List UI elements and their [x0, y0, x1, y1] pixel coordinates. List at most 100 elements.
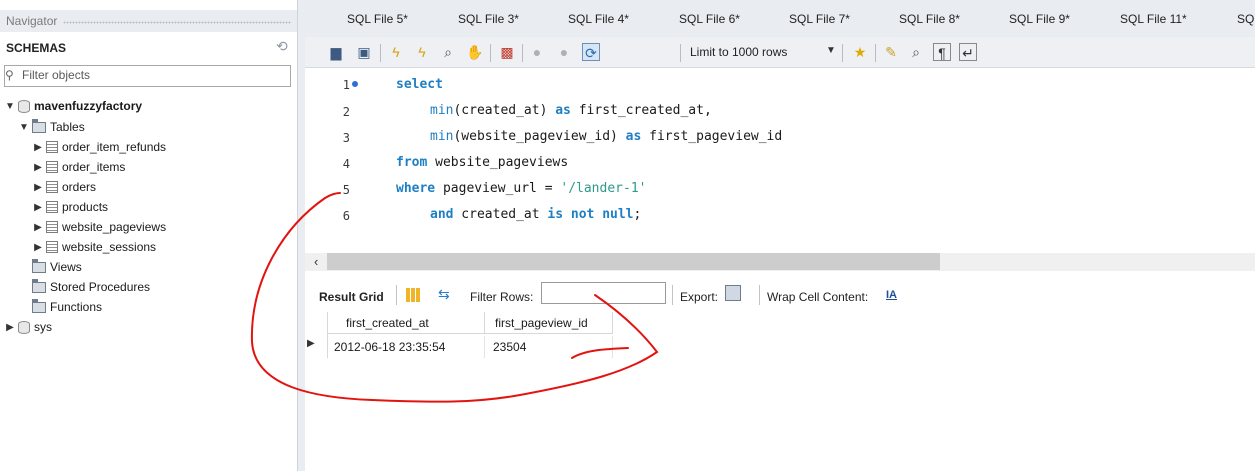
tab-sql-file-5[interactable]: SQL File 5*	[347, 12, 408, 26]
filter-rows-label: Filter Rows:	[470, 290, 534, 304]
folder-icon	[32, 298, 46, 313]
code-line-6[interactable]: and created_at is not null;	[430, 207, 641, 222]
column-header[interactable]: first_created_at	[328, 312, 485, 334]
tab-sql-file-9[interactable]: SQL File 9*	[1009, 12, 1070, 26]
collapsed-arrow-icon[interactable]: ▶	[32, 142, 44, 153]
save-icon[interactable]: ▣	[355, 43, 373, 61]
table-item[interactable]: ▶ products	[32, 197, 108, 217]
toggle-error-icon[interactable]: ▩	[498, 43, 516, 61]
word-wrap-icon[interactable]: ↵	[959, 43, 977, 61]
tree-stored-procedures[interactable]: Stored Procedures	[30, 277, 150, 297]
result-grid-tab[interactable]: Result Grid	[319, 290, 384, 304]
tab-sql-file-4[interactable]: SQL File 4*	[568, 12, 629, 26]
collapsed-arrow-icon[interactable]: ▶	[32, 222, 44, 233]
tab-sql-file-6[interactable]: SQL File 6*	[679, 12, 740, 26]
table-item[interactable]: ▶ order_item_refunds	[32, 137, 166, 157]
execute-current-icon[interactable]: ϟ	[413, 43, 431, 61]
sql-keyword: as	[555, 103, 571, 118]
filter-objects-input[interactable]	[22, 67, 282, 83]
table-cell[interactable]: 2012-06-18 23:35:54	[328, 336, 485, 358]
scrollbar-thumb[interactable]	[327, 253, 940, 270]
tab-sql-file-7[interactable]: SQL File 7*	[789, 12, 850, 26]
execute-icon[interactable]: ϟ	[387, 43, 405, 61]
panel-splitter[interactable]	[297, 0, 305, 471]
commit-icon[interactable]: ●	[528, 43, 546, 61]
toolbar-separator	[490, 44, 491, 62]
refresh-icon[interactable]: ⟲	[276, 38, 288, 55]
export-label: Export:	[680, 290, 719, 304]
navigator-title: Navigator	[6, 14, 58, 28]
line-number: 4	[342, 157, 350, 171]
tree-functions[interactable]: Functions	[30, 297, 102, 317]
beautify-icon[interactable]: ✎	[882, 43, 900, 61]
code-line-3[interactable]: min(website_pageview_id) as first_pagevi…	[430, 129, 782, 144]
table-icon	[46, 181, 58, 193]
line-number: 1	[342, 78, 350, 92]
database-icon	[18, 320, 30, 334]
toolbar-separator	[875, 44, 876, 62]
table-cell[interactable]: 23504	[485, 336, 613, 358]
scroll-left-icon[interactable]: ‹	[314, 254, 318, 269]
collapsed-arrow-icon[interactable]: ▶	[4, 322, 16, 333]
tab-sql-file-11[interactable]: SQL File 11*	[1120, 12, 1187, 26]
schemas-label: SCHEMAS	[6, 41, 67, 55]
collapsed-arrow-icon[interactable]: ▶	[32, 202, 44, 213]
column-header[interactable]: first_pageview_id	[485, 312, 613, 334]
add-snippet-icon[interactable]: ★	[851, 43, 869, 61]
autocommit-icon[interactable]: ⟳	[582, 43, 600, 61]
table-item[interactable]: ▶ order_items	[32, 157, 125, 177]
code-line-1[interactable]: select	[396, 77, 443, 92]
expanded-arrow-icon[interactable]: ▼	[4, 101, 16, 112]
navigator-drag-handle[interactable]	[63, 21, 291, 24]
schema-sys[interactable]: ▶ sys	[4, 317, 52, 337]
limit-rows-select[interactable]: Limit to 1000 rows	[690, 45, 787, 59]
expanded-arrow-icon[interactable]: ▼	[18, 122, 30, 133]
tab-bar	[305, 0, 1255, 37]
folder-icon	[32, 118, 46, 133]
sql-text: first_created_at,	[570, 103, 712, 118]
table-icon	[46, 141, 58, 153]
table-label: orders	[62, 180, 97, 194]
table-label: order_items	[62, 160, 126, 174]
open-folder-icon[interactable]: ▆	[327, 43, 345, 61]
collapsed-arrow-icon[interactable]: ▶	[32, 162, 44, 173]
tab-overflow[interactable]: SQ	[1237, 12, 1254, 26]
sql-keyword: is not null	[547, 207, 634, 222]
grid-view-icon[interactable]	[406, 288, 420, 302]
tree-tables[interactable]: ▼ Tables	[18, 117, 85, 137]
stop-icon[interactable]: ✋	[466, 43, 484, 61]
database-icon	[18, 99, 30, 113]
tab-sql-file-8[interactable]: SQL File 8*	[899, 12, 960, 26]
find-icon[interactable]: ⌕	[907, 43, 925, 61]
code-line-4[interactable]: from website_pageviews	[396, 155, 568, 170]
toolbar-separator	[522, 44, 523, 62]
table-label: website_pageviews	[62, 220, 167, 234]
wrap-cell-icon[interactable]: IA	[886, 289, 897, 301]
rollback-icon[interactable]: ●	[555, 43, 573, 61]
tree-views[interactable]: Views	[30, 257, 82, 277]
toolbar-separator	[759, 285, 760, 305]
explain-icon[interactable]: ⌕	[439, 43, 457, 61]
tab-sql-file-3[interactable]: SQL File 3*	[458, 12, 519, 26]
sql-function: min	[430, 129, 454, 144]
collapsed-arrow-icon[interactable]: ▶	[32, 182, 44, 193]
schema-mavenfuzzyfactory[interactable]: ▼ mavenfuzzyfactory	[4, 96, 142, 116]
toggle-view-icon[interactable]: ⇆	[438, 286, 450, 303]
chevron-down-icon[interactable]: ▼	[826, 45, 836, 56]
table-label: products	[62, 200, 109, 214]
table-item[interactable]: ▶ website_pageviews	[32, 217, 166, 237]
functions-label: Functions	[50, 300, 103, 314]
sql-keyword: from	[396, 155, 428, 170]
sql-keyword: and	[430, 207, 454, 222]
code-line-5[interactable]: where pageview_url = '/lander-1'	[396, 181, 646, 196]
export-icon[interactable]	[725, 285, 741, 301]
invisible-chars-icon[interactable]: ¶	[933, 43, 951, 61]
toolbar-separator	[680, 44, 681, 62]
table-item[interactable]: ▶ orders	[32, 177, 96, 197]
table-item[interactable]: ▶ website_sessions	[32, 237, 156, 257]
table-label: website_sessions	[62, 240, 157, 254]
stored-procedures-label: Stored Procedures	[50, 280, 151, 294]
code-line-2[interactable]: min(created_at) as first_created_at,	[430, 103, 712, 118]
collapsed-arrow-icon[interactable]: ▶	[32, 242, 44, 253]
filter-rows-input[interactable]	[541, 282, 666, 304]
